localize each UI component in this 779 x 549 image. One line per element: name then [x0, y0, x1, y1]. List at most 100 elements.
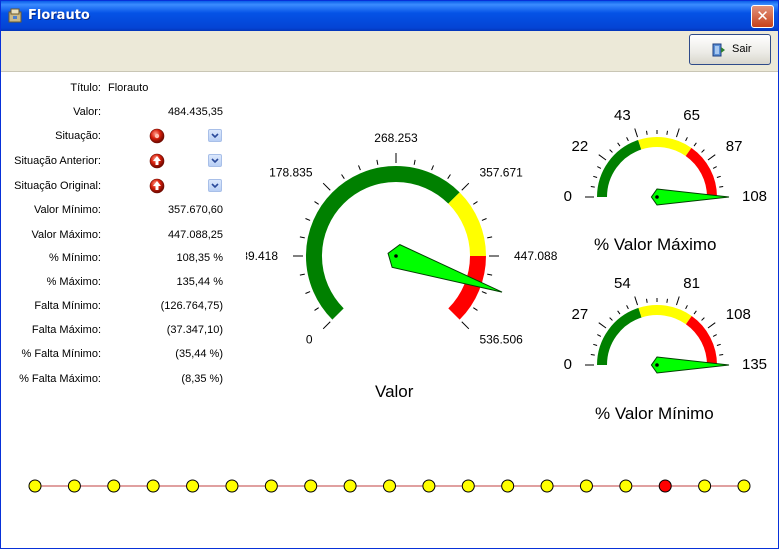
gauge-min: 0 27 54 81 108 135 — [564, 275, 767, 374]
field-row: % Máximo: 135,44 % — [1, 276, 241, 290]
field-value: 108,35 % — [176, 252, 223, 264]
minor-tick — [413, 159, 416, 165]
gauge-tick-label: 108 — [742, 188, 767, 205]
field-label: Situação Anterior: — [14, 155, 101, 167]
field-value: Florauto — [108, 82, 149, 94]
field-label: Valor: — [73, 106, 101, 118]
timeline-dot[interactable] — [501, 479, 515, 493]
close-button[interactable]: ✕ — [751, 5, 774, 28]
field-value: 135,44 % — [176, 276, 223, 288]
gauge-zone — [306, 166, 460, 320]
up-arrow-icon — [149, 153, 165, 169]
field-row: Situação Original: — [1, 178, 241, 194]
major-tick — [322, 182, 331, 191]
gauge-tick-label: 87 — [726, 138, 743, 155]
timeline-dot[interactable] — [225, 479, 239, 493]
gauge-zone — [638, 137, 692, 157]
field-label: Falta Mínimo: — [34, 300, 101, 312]
field-row: % Falta Mínimo: (35,44 %) — [1, 348, 241, 362]
minor-tick — [473, 307, 478, 311]
minor-tick — [693, 142, 697, 147]
status-dropdown[interactable] — [208, 179, 222, 192]
major-tick — [634, 128, 639, 138]
timeline-dot[interactable] — [698, 479, 712, 493]
timeline-dot[interactable] — [343, 479, 357, 493]
gauge-tick-label: 54 — [614, 275, 631, 292]
field-label: Valor Máximo: — [31, 229, 101, 241]
timeline-dot[interactable] — [186, 479, 200, 493]
minor-tick — [481, 291, 487, 294]
major-tick — [598, 322, 607, 329]
title-bar[interactable]: Florauto ✕ — [1, 1, 778, 31]
major-tick — [707, 322, 716, 329]
field-row: Valor Mínimo: 357.670,60 — [1, 204, 241, 218]
main-gauge-caption: Valor — [375, 382, 414, 401]
gauge-pivot — [655, 195, 659, 199]
gauge-tick-label: 0 — [306, 332, 313, 346]
minor-tick — [609, 317, 613, 321]
timeline-dot[interactable] — [107, 479, 121, 493]
minor-tick — [597, 166, 602, 169]
field-row: Situação: — [1, 128, 241, 144]
timeline-dot[interactable] — [146, 479, 160, 493]
gauge-max: 0 22 43 65 87 108 — [564, 107, 767, 206]
status-dropdown[interactable] — [208, 154, 222, 167]
gauge-pivot — [655, 363, 659, 367]
timeline-dot[interactable] — [579, 479, 593, 493]
major-tick — [675, 296, 680, 306]
minor-tick — [593, 343, 598, 347]
gauge-zone — [685, 147, 717, 198]
timeline-dot[interactable] — [540, 479, 554, 493]
minor-tick — [314, 201, 319, 205]
timeline-dot[interactable] — [737, 479, 751, 493]
exit-button[interactable]: Sair — [689, 34, 771, 65]
field-value: 357.670,60 — [167, 204, 223, 216]
minor-tick — [609, 149, 613, 153]
gauge-needle — [650, 188, 730, 206]
minor-tick — [487, 273, 493, 276]
minor-tick — [666, 298, 668, 303]
minor-tick — [431, 165, 434, 171]
minor-tick — [314, 307, 319, 311]
minor-tick — [693, 310, 697, 315]
gauge-min-caption: % Valor Mínimo — [595, 404, 714, 423]
field-value: 484.435,35 — [167, 106, 223, 118]
gauge-tick-label: 536.506 — [479, 332, 523, 346]
minor-tick — [447, 174, 451, 179]
status-dropdown[interactable] — [208, 129, 222, 142]
field-label: % Mínimo: — [49, 252, 101, 264]
minor-tick — [626, 305, 629, 310]
timeline-dot[interactable] — [619, 479, 633, 493]
timeline-dot[interactable] — [28, 479, 42, 493]
field-label: Falta Máximo: — [31, 324, 101, 336]
gauge-tick-label: 268.253 — [374, 131, 418, 145]
minor-tick — [617, 310, 621, 315]
minor-tick — [305, 218, 311, 221]
up-arrow-icon — [149, 178, 165, 194]
timeline-dot[interactable] — [658, 479, 672, 493]
minor-tick — [666, 130, 668, 135]
field-value: 447.088,25 — [167, 229, 223, 241]
minor-tick — [646, 298, 648, 303]
field-value: (37.347,10) — [166, 324, 223, 336]
gauge-max-caption: % Valor Máximo — [594, 235, 717, 254]
minor-tick — [646, 130, 648, 135]
minor-tick — [712, 334, 717, 337]
minor-tick — [626, 137, 629, 142]
gauge-zone — [638, 305, 692, 325]
timeline-dot[interactable] — [67, 479, 81, 493]
field-row: Valor Máximo: 447.088,25 — [1, 229, 241, 243]
timeline-dot[interactable] — [264, 479, 278, 493]
minor-tick — [719, 186, 724, 188]
chevron-down-icon — [211, 183, 219, 189]
timeline-dot[interactable] — [383, 479, 396, 493]
status-ball-icon — [149, 128, 165, 144]
minor-tick — [701, 149, 705, 153]
field-row: % Falta Máximo: (8,35 %) — [1, 373, 241, 387]
minor-tick — [590, 354, 595, 356]
field-label: Situação: — [55, 130, 101, 142]
timeline-dot[interactable] — [422, 479, 436, 493]
timeline-dot[interactable] — [304, 479, 318, 493]
minor-tick — [716, 343, 721, 347]
timeline-dot[interactable] — [461, 479, 475, 493]
